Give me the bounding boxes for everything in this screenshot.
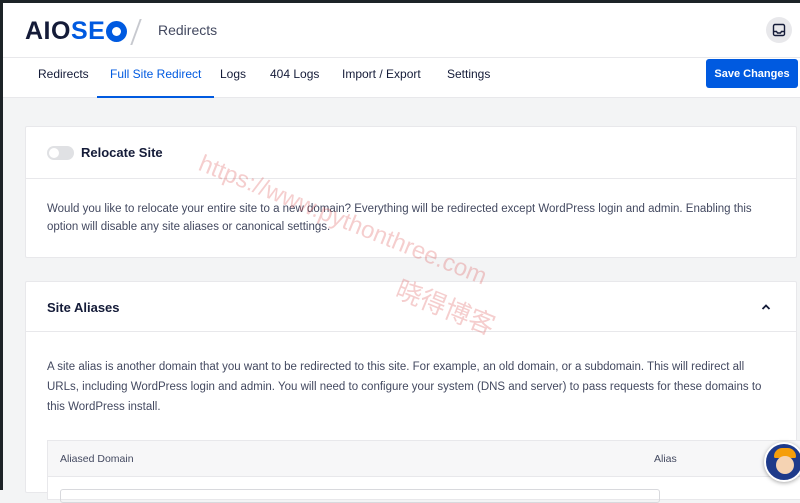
site-aliases-description: A site alias is another domain that you … [47, 361, 762, 413]
tab-settings[interactable]: Settings [447, 58, 490, 98]
avatar-face [776, 456, 794, 474]
tab-navigation: Redirects Full Site Redirect Logs 404 Lo… [3, 58, 800, 98]
relocate-site-card: Relocate Site Would you like to relocate… [25, 126, 797, 258]
tab-logs[interactable]: Logs [220, 58, 246, 98]
column-aliased-domain: Aliased Domain [60, 453, 134, 465]
notifications-button[interactable] [766, 17, 792, 43]
save-changes-button[interactable]: Save Changes [706, 59, 798, 88]
site-aliases-title: Site Aliases [47, 300, 120, 315]
header-divider [130, 19, 142, 45]
relocate-site-toggle[interactable] [47, 146, 74, 160]
inbox-icon [772, 23, 786, 37]
tab-import-export[interactable]: Import / Export [342, 58, 421, 98]
toggle-knob [49, 148, 59, 158]
aliases-table: Aliased Domain Alias [47, 440, 800, 503]
column-alias: Alias [654, 453, 677, 465]
aliases-table-header: Aliased Domain Alias [48, 441, 800, 477]
site-aliases-header[interactable]: Site Aliases [26, 282, 796, 332]
aliased-domain-input[interactable] [60, 489, 660, 503]
relocate-site-description: Would you like to relocate your entire s… [47, 203, 752, 233]
logo-gear-icon [106, 21, 128, 42]
chevron-up-icon[interactable] [761, 302, 771, 312]
top-header: AIO SE Redirects [3, 3, 800, 58]
tab-404-logs[interactable]: 404 Logs [270, 58, 319, 98]
relocate-site-header: Relocate Site [26, 127, 796, 179]
tab-full-site-redirect[interactable]: Full Site Redirect [97, 58, 215, 98]
page-title: Redirects [158, 22, 218, 38]
aioseo-logo[interactable]: AIO SE [25, 17, 128, 46]
relocate-site-title: Relocate Site [81, 145, 163, 160]
site-aliases-card: Site Aliases A site alias is another dom… [25, 281, 800, 503]
tab-redirects[interactable]: Redirects [38, 58, 89, 98]
chat-avatar[interactable] [764, 442, 800, 482]
